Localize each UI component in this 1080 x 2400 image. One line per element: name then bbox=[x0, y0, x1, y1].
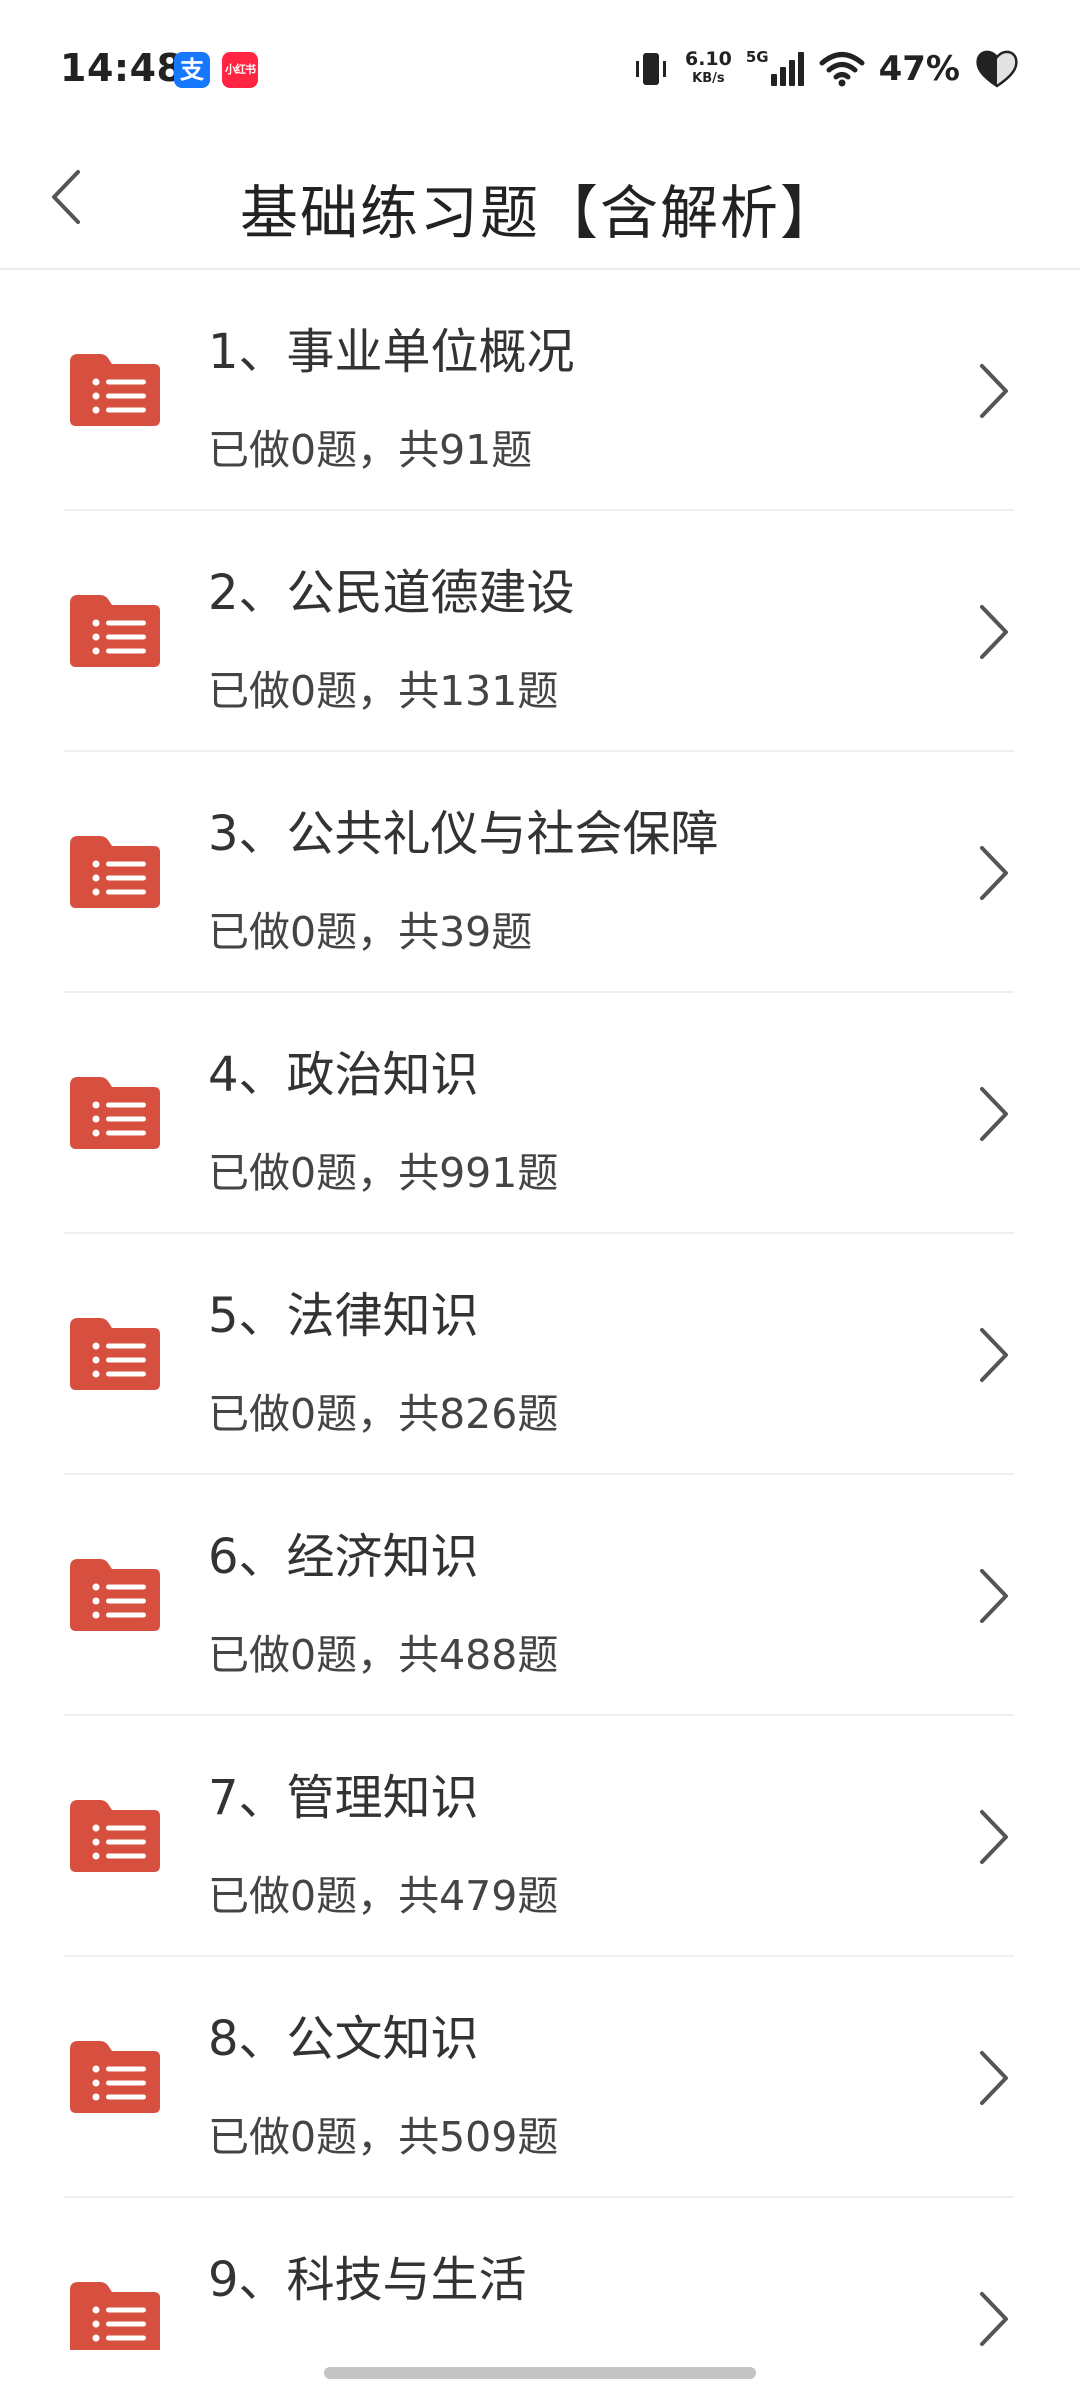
status-time: 14:48 bbox=[60, 46, 184, 90]
list-folder-icon bbox=[70, 1559, 160, 1631]
list-folder-icon bbox=[70, 1800, 160, 1872]
battery-icon bbox=[976, 50, 1018, 88]
chevron-right-icon bbox=[980, 1328, 1008, 1382]
chapter-progress: 已做0题，共39题 bbox=[208, 908, 533, 956]
list-folder-icon bbox=[70, 2041, 160, 2113]
network-speed-unit: KB/s bbox=[692, 71, 725, 86]
battery-percent: 47% bbox=[878, 49, 960, 89]
network-type: 5G bbox=[745, 48, 769, 66]
chapter-row[interactable]: 9、科技与生活 bbox=[0, 2198, 1080, 2350]
chapter-row[interactable]: 5、法律知识 已做0题，共826题 bbox=[0, 1234, 1080, 1475]
chapter-progress: 已做0题，共509题 bbox=[208, 2113, 559, 2161]
chevron-right-icon bbox=[980, 2292, 1008, 2346]
signal-icon bbox=[770, 52, 804, 86]
chapter-title: 1、事业单位概况 bbox=[208, 324, 575, 380]
chapter-title: 8、公文知识 bbox=[208, 2011, 479, 2067]
page-title: 基础练习题【含解析】 bbox=[239, 179, 840, 247]
list-folder-icon bbox=[70, 595, 160, 667]
chapter-title: 7、管理知识 bbox=[208, 1770, 479, 1826]
chapter-title: 3、公共礼仪与社会保障 bbox=[208, 806, 719, 862]
chapter-row[interactable]: 6、经济知识 已做0题，共488题 bbox=[0, 1475, 1080, 1716]
chapter-title: 4、政治知识 bbox=[208, 1047, 479, 1103]
chevron-right-icon bbox=[980, 364, 1008, 418]
chapter-row[interactable]: 3、公共礼仪与社会保障 已做0题，共39题 bbox=[0, 752, 1080, 993]
list-folder-icon bbox=[70, 1077, 160, 1149]
chapter-title: 5、法律知识 bbox=[208, 1288, 479, 1344]
chapter-title: 2、公民道德建设 bbox=[208, 565, 575, 621]
top-bar: 基础练习题【含解析】 bbox=[0, 130, 1080, 270]
network-speed-value: 6.10 bbox=[684, 48, 732, 70]
list-folder-icon bbox=[70, 2282, 160, 2350]
alipay-notification-icon: 支 bbox=[174, 52, 210, 88]
list-folder-icon bbox=[70, 1318, 160, 1390]
network-speed: 6.10 KB/s bbox=[685, 50, 732, 88]
chevron-right-icon bbox=[980, 2051, 1008, 2105]
chapter-progress: 已做0题，共991题 bbox=[208, 1149, 559, 1197]
chapter-progress: 已做0题，共131题 bbox=[208, 667, 559, 715]
chevron-right-icon bbox=[980, 605, 1008, 659]
chapter-row[interactable]: 4、政治知识 已做0题，共991题 bbox=[0, 993, 1080, 1234]
chevron-right-icon bbox=[980, 1569, 1008, 1623]
chapter-progress: 已做0题，共488题 bbox=[208, 1631, 559, 1679]
chapter-row[interactable]: 2、公民道德建设 已做0题，共131题 bbox=[0, 511, 1080, 752]
vibrate-icon bbox=[635, 53, 666, 85]
chevron-right-icon bbox=[980, 846, 1008, 900]
chapter-list: 1、事业单位概况 已做0题，共91题 2、公民道德建设 已做0题，共131题 3… bbox=[0, 270, 1080, 2350]
list-folder-icon bbox=[70, 836, 160, 908]
chapter-progress: 已做0题，共479题 bbox=[208, 1872, 559, 1920]
chevron-right-icon bbox=[980, 1087, 1008, 1141]
wifi-icon bbox=[819, 52, 865, 87]
chapter-row[interactable]: 7、管理知识 已做0题，共479题 bbox=[0, 1716, 1080, 1957]
chevron-right-icon bbox=[980, 1810, 1008, 1864]
chapter-title: 9、科技与生活 bbox=[208, 2252, 527, 2308]
chapter-row[interactable]: 8、公文知识 已做0题，共509题 bbox=[0, 1957, 1080, 2198]
status-right-group: 6.10 KB/s 5G 47% bbox=[617, 44, 1020, 94]
chapter-row[interactable]: 1、事业单位概况 已做0题，共91题 bbox=[0, 270, 1080, 511]
cellular-group: 5G bbox=[746, 50, 805, 88]
list-folder-icon bbox=[70, 354, 160, 426]
chapter-progress: 已做0题，共91题 bbox=[208, 426, 533, 474]
chapter-progress: 已做0题，共826题 bbox=[208, 1390, 559, 1438]
xiaohongshu-notification-icon: 小红书 bbox=[222, 52, 258, 88]
chapter-title: 6、经济知识 bbox=[208, 1529, 479, 1585]
status-bar: 14:48 支 小红书 6.10 KB/s 5G 47% bbox=[0, 0, 1080, 130]
home-indicator[interactable] bbox=[324, 2367, 756, 2379]
